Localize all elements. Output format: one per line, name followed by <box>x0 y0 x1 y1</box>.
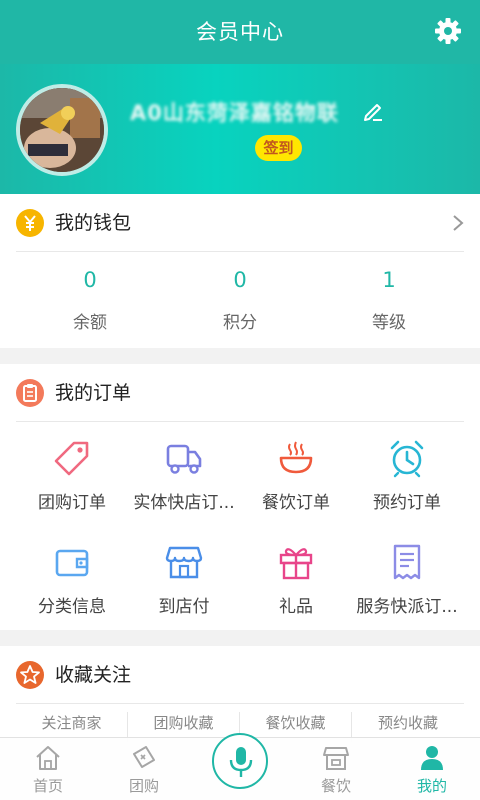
signin-button[interactable]: 签到 <box>255 135 302 161</box>
orders-card: 我的订单 团购订单 实体快店订... 餐饮订单 预约订单 分类信息 到店付 礼品… <box>0 364 480 630</box>
clipboard-icon <box>393 544 421 580</box>
top-bar: 会员中心 <box>0 0 480 64</box>
service-orders[interactable]: 服务快派订... <box>347 542 467 642</box>
edit-icon[interactable] <box>362 100 384 122</box>
balance-value: 0 <box>83 268 97 292</box>
nav-home[interactable]: 首页 <box>0 738 96 800</box>
favorites-header: 收藏关注 <box>0 646 480 704</box>
gear-icon[interactable] <box>434 17 462 45</box>
coupon-icon <box>133 746 155 768</box>
nav-dining[interactable]: 餐饮 <box>288 738 384 800</box>
pay-at-store[interactable]: 到店付 <box>124 542 244 642</box>
profile-banner: A0山东菏泽嘉铭物联 签到 <box>0 64 480 194</box>
dining-orders-label: 餐饮订单 <box>262 493 330 513</box>
wallet-title: 我的钱包 <box>55 212 132 234</box>
wallet-stats: 0 余额 0 积分 1 等级 <box>0 252 480 348</box>
nav-home-label: 首页 <box>32 777 63 795</box>
alarm-clock-icon <box>390 440 424 478</box>
microphone-icon <box>229 747 253 777</box>
pay-at-store-label: 到店付 <box>158 597 210 617</box>
wallet-card: 我的钱包 0 余额 0 积分 1 等级 <box>0 194 480 348</box>
star-circle-icon <box>16 661 44 689</box>
member-center-screen: 会员中心 A0山东菏泽嘉铭物联 签到 我的钱包 0 余额 0 积分 1 等级 我… <box>0 0 480 800</box>
bowl-icon <box>279 441 313 474</box>
nav-group-buy[interactable]: 团购 <box>96 738 192 800</box>
store-orders[interactable]: 实体快店订... <box>124 438 244 538</box>
balance-label: 余额 <box>73 313 107 333</box>
store-orders-label: 实体快店订... <box>133 493 235 513</box>
home-icon <box>36 746 60 770</box>
storefront-icon <box>165 546 203 579</box>
store-icon <box>323 747 349 770</box>
gifts-label: 礼品 <box>279 597 313 617</box>
yuan-icon <box>16 209 44 237</box>
category-info[interactable]: 分类信息 <box>12 542 132 642</box>
nickname: A0山东菏泽嘉铭物联 <box>130 101 339 125</box>
category-info-label: 分类信息 <box>38 597 106 617</box>
service-orders-label: 服务快派订... <box>356 597 458 617</box>
tag-icon <box>54 441 89 476</box>
orders-header: 我的订单 <box>0 364 480 422</box>
user-icon <box>421 746 443 770</box>
truck-icon <box>166 444 202 474</box>
level-value: 1 <box>382 268 396 292</box>
divider <box>16 421 464 422</box>
points-value: 0 <box>233 268 247 292</box>
reservation-orders[interactable]: 预约订单 <box>347 438 467 538</box>
reservation-orders-label: 预约订单 <box>373 493 441 513</box>
wallet-icon <box>55 549 89 577</box>
group-buy-orders-label: 团购订单 <box>38 493 106 513</box>
dining-orders[interactable]: 餐饮订单 <box>236 438 356 538</box>
nav-dining-label: 餐饮 <box>320 777 351 795</box>
level-label: 等级 <box>372 313 406 333</box>
gift-icon <box>279 548 313 580</box>
points-label: 积分 <box>223 313 257 333</box>
points-stat[interactable]: 0 积分 <box>160 252 320 348</box>
favorites-title: 收藏关注 <box>55 664 132 686</box>
avatar[interactable] <box>16 84 108 176</box>
level-stat[interactable]: 1 等级 <box>309 252 469 348</box>
group-buy-orders[interactable]: 团购订单 <box>12 438 132 538</box>
chevron-right-icon <box>453 215 464 231</box>
nav-mine[interactable]: 我的 <box>384 738 480 800</box>
nav-group-buy-label: 团购 <box>128 777 159 795</box>
balance-stat[interactable]: 0 余额 <box>10 252 170 348</box>
gifts[interactable]: 礼品 <box>236 542 356 642</box>
nav-mine-label: 我的 <box>416 777 447 795</box>
wallet-header[interactable]: 我的钱包 <box>0 194 480 252</box>
orders-title: 我的订单 <box>55 382 132 404</box>
page-title: 会员中心 <box>196 20 284 44</box>
voice-button[interactable] <box>212 733 268 789</box>
clipboard-circle-icon <box>16 379 44 407</box>
favorites-card: 收藏关注 关注商家 团购收藏 餐饮收藏 预约收藏 <box>0 646 480 742</box>
